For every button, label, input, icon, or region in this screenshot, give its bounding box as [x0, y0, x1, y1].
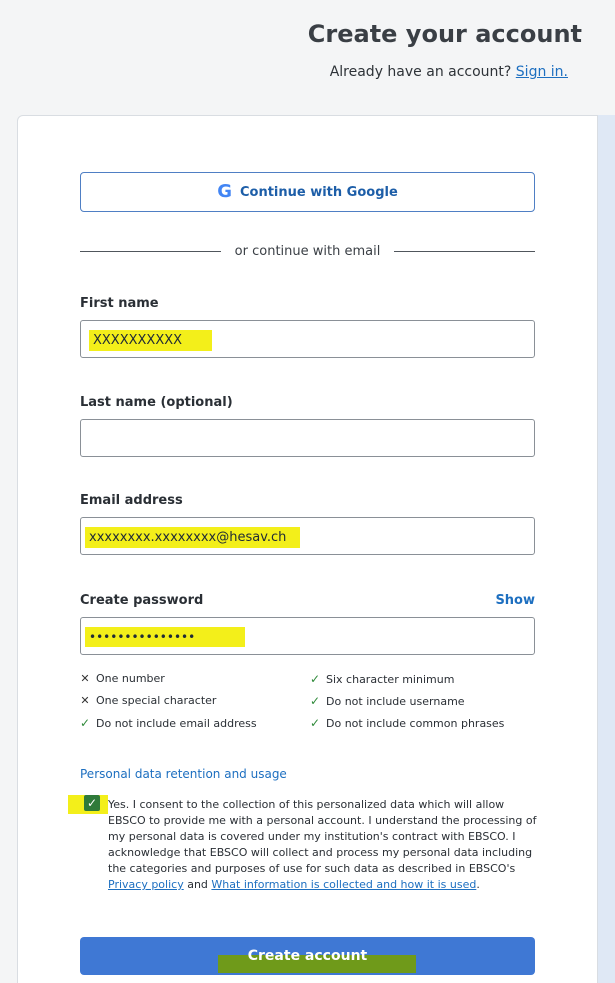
- consent-main-text: Yes. I consent to the collection of this…: [108, 798, 537, 875]
- email-divider: or continue with email: [80, 244, 535, 259]
- page-title: Create your account: [307, 20, 582, 48]
- show-password-toggle[interactable]: Show: [495, 593, 535, 608]
- met-check-icon: ✓: [310, 672, 321, 686]
- met-check-icon: ✓: [80, 716, 91, 730]
- password-field[interactable]: •••••••••••••••: [80, 617, 535, 655]
- first-name-value: XXXXXXXXXX: [89, 330, 213, 351]
- requirement-one-number: ✕ One number: [80, 672, 165, 685]
- requirement-no-email: ✓ Do not include email address: [80, 716, 257, 730]
- signin-prompt: Already have an account?: [329, 64, 512, 80]
- password-label: Create password: [80, 593, 204, 608]
- requirement-no-common-phrases: ✓ Do not include common phrases: [310, 716, 504, 730]
- consent-checkbox[interactable]: ✓: [84, 795, 100, 811]
- info-collected-link[interactable]: What information is collected and how it…: [211, 878, 476, 891]
- divider-text: or continue with email: [234, 244, 381, 259]
- consent-and-text: and: [187, 878, 208, 891]
- requirement-text: Six character minimum: [326, 672, 455, 686]
- create-account-label: Create account: [247, 948, 368, 964]
- last-name-field[interactable]: [80, 419, 535, 457]
- requirement-text: One number: [96, 672, 165, 685]
- create-account-button[interactable]: Create account: [80, 937, 535, 975]
- divider-line-left: [80, 251, 221, 252]
- met-check-icon: ✓: [310, 694, 321, 708]
- requirement-no-username: ✓ Do not include username: [310, 694, 465, 708]
- email-value: xxxxxxxx.xxxxxxxx@hesav.ch: [85, 527, 301, 548]
- last-name-value: [89, 430, 93, 434]
- continue-with-google-button[interactable]: G Continue with Google: [80, 172, 535, 212]
- divider-line-right: [394, 251, 535, 252]
- unmet-x-icon: ✕: [80, 672, 90, 685]
- google-icon: G: [217, 181, 232, 202]
- signin-row: Already have an account? Sign in.: [330, 64, 568, 80]
- requirement-text: Do not include common phrases: [326, 716, 505, 730]
- email-label: Email address: [80, 493, 183, 508]
- google-button-label: Continue with Google: [239, 184, 398, 200]
- requirement-text: One special character: [96, 694, 217, 707]
- signin-link[interactable]: Sign in.: [516, 64, 568, 80]
- consent-text: Yes. I consent to the collection of this…: [108, 797, 538, 893]
- last-name-label: Last name (optional): [80, 395, 233, 410]
- first-name-field[interactable]: XXXXXXXXXX: [80, 320, 535, 358]
- requirement-text: Do not include email address: [96, 716, 257, 730]
- checkmark-icon: ✓: [86, 796, 98, 810]
- unmet-x-icon: ✕: [80, 694, 90, 707]
- requirement-special-character: ✕ One special character: [80, 694, 216, 707]
- email-field[interactable]: xxxxxxxx.xxxxxxxx@hesav.ch: [80, 517, 535, 555]
- consent-end-text: .: [476, 878, 480, 891]
- requirement-text: Do not include username: [326, 694, 465, 708]
- privacy-policy-link[interactable]: Privacy policy: [108, 878, 184, 891]
- password-value: •••••••••••••••: [85, 627, 246, 647]
- requirement-six-characters: ✓ Six character minimum: [310, 672, 454, 686]
- personal-data-link[interactable]: Personal data retention and usage: [80, 767, 287, 781]
- met-check-icon: ✓: [310, 716, 321, 730]
- page-header: Create your account Already have an acco…: [0, 0, 615, 100]
- first-name-label: First name: [80, 296, 159, 311]
- right-side-panel: [598, 115, 615, 983]
